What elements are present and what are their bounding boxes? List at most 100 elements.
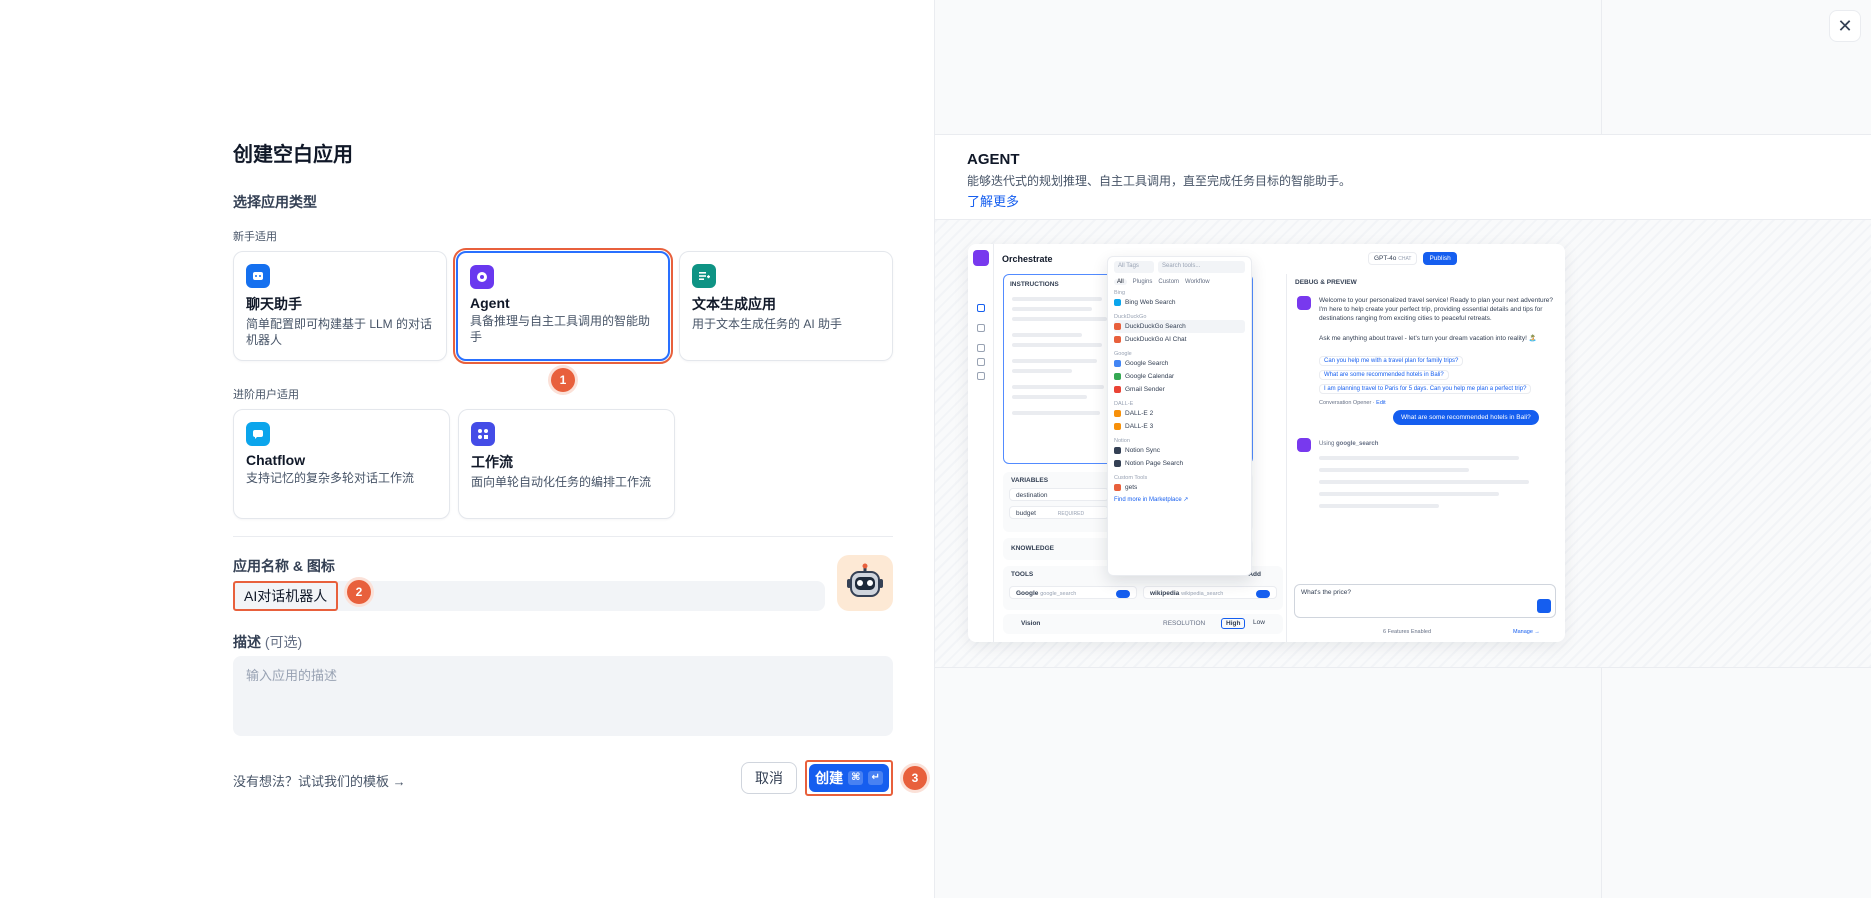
text-line (1012, 369, 1072, 373)
opener-row: Conversation Opener · Edit (1319, 400, 1386, 406)
publish-button: Publish (1423, 252, 1457, 265)
description-label: 描述 (可选) (233, 634, 303, 650)
preview-header: Orchestrate (1002, 254, 1053, 264)
create-app-dialog: 创建空白应用 选择应用类型 新手适用 聊天助手 简单配置即可构建基于 LLM 的… (0, 0, 1871, 898)
tool-picker-dropdown: All Tags Search tools... All Plugins Cus… (1107, 256, 1252, 576)
app-type-label: 选择应用类型 (233, 194, 317, 210)
template-link[interactable]: 没有想法？试试我们的模板 → (233, 771, 406, 790)
robot-face-icon (847, 563, 883, 597)
send-icon (1537, 599, 1551, 613)
app-type-info: AGENT 能够迭代式的规划推理、自主工具调用，直至完成任务目标的智能助手。 了… (935, 134, 1871, 220)
tool-row: Google google_search (1009, 586, 1137, 599)
app-type-card-agent[interactable]: Agent 具备推理与自主工具调用的智能助手 (453, 248, 673, 364)
close-icon: ✕ (1837, 15, 1853, 36)
preview-pane: AGENT 能够迭代式的规划推理、自主工具调用，直至完成任务目标的智能助手。 了… (934, 0, 1871, 898)
dropdown-top: All Tags Search tools... (1114, 261, 1245, 273)
card-name: 聊天助手 (246, 296, 302, 312)
dropdown-tabs: All Plugins Custom Workflow (1114, 279, 1245, 285)
tool-item: Notion Page Search (1114, 457, 1245, 470)
res-high: High (1221, 618, 1246, 629)
user-message: What are some recommended hotels in Bali… (1393, 410, 1539, 425)
res-low: Low (1253, 619, 1265, 626)
info-title: AGENT (967, 151, 1020, 168)
cancel-button[interactable]: 取消 (741, 762, 797, 794)
suggestion-chip: I am planning travel to Paris for 5 days… (1319, 384, 1532, 394)
app-name-value[interactable]: AI对话机器人 (233, 581, 339, 611)
card-desc: 具备推理与自主工具调用的智能助手 (470, 314, 651, 344)
text-line (1012, 385, 1104, 389)
card-desc: 用于文本生成任务的 AI 助手 (692, 317, 843, 331)
text-line (1319, 492, 1499, 496)
cmd-key-icon: ⌘ (848, 771, 864, 785)
tool-item: DALL-E 2 (1114, 407, 1245, 420)
bot-avatar (1297, 296, 1311, 310)
variables-title: VARIABLES (1011, 477, 1049, 484)
create-button[interactable]: 创建 ⌘ ↵ (809, 764, 889, 792)
text-line (1012, 333, 1082, 337)
grid-line (935, 667, 1871, 668)
tool-usage: Using google_search (1319, 441, 1379, 447)
suggestion-chip: What are some recommended hotels in Bali… (1319, 370, 1449, 380)
tool-row: wikipedia wikipedia_search (1143, 586, 1277, 599)
description-input[interactable] (233, 656, 893, 736)
logs-icon (977, 344, 985, 352)
features-enabled: 6 Features Enabled (1383, 629, 1432, 635)
tool-item: Bing Web Search (1114, 296, 1245, 309)
app-type-card-text-generator[interactable]: 文本生成应用 用于文本生成任务的 AI 助手 (679, 251, 893, 361)
debug-title: DEBUG & PREVIEW (1295, 279, 1357, 286)
text-line (1319, 480, 1529, 484)
learn-more-link[interactable]: 了解更多 (967, 191, 1840, 210)
text-line (1319, 504, 1439, 508)
chat-input: What's the price? (1294, 584, 1556, 618)
text-gen-icon (692, 264, 716, 288)
variable-row: destination (1009, 488, 1109, 501)
vision-panel: Vision RESOLUTION High Low (1003, 614, 1283, 634)
text-line (1319, 468, 1469, 472)
manage-link: Manage → (1513, 629, 1540, 635)
text-line (1012, 297, 1102, 301)
monitor-icon (977, 372, 985, 380)
tool-item: Google Calendar (1114, 370, 1245, 383)
text-line (1012, 411, 1100, 415)
enter-key-icon: ↵ (868, 771, 883, 785)
tool-search: Search tools... (1158, 261, 1245, 273)
name-icon-label: 应用名称 & 图标 (233, 558, 335, 574)
bot-avatar (1297, 438, 1311, 452)
close-button[interactable]: ✕ (1829, 10, 1861, 42)
annotation-icon (977, 358, 985, 366)
app-type-card-chat-assistant[interactable]: 聊天助手 简单配置即可构建基于 LLM 的对话机器人 (233, 251, 447, 361)
chat-bot-icon (246, 264, 270, 288)
text-line (1012, 395, 1087, 399)
text-line (1012, 307, 1092, 311)
card-desc: 面向单轮自动化任务的编排工作流 (471, 475, 652, 489)
text-line (1012, 343, 1102, 347)
agent-preview-image: Orchestrate INSTRUCTIONS VARIABLES desti… (968, 244, 1565, 642)
agent-icon (470, 265, 494, 289)
beginner-label: 新手适用 (233, 231, 277, 243)
card-desc: 支持记忆的复杂多轮对话工作流 (246, 471, 415, 485)
knowledge-title: KNOWLEDGE (1011, 545, 1054, 552)
marketplace-link: Find more in Marketplace ↗ (1114, 497, 1189, 503)
text-line (1012, 359, 1097, 363)
card-name: 文本生成应用 (692, 296, 776, 312)
app-icon-picker[interactable] (837, 555, 893, 611)
tool-item: DALL-E 3 (1114, 420, 1245, 433)
info-desc: 能够迭代式的规划推理、自主工具调用，直至完成任务目标的智能助手。 (967, 174, 1352, 188)
preview-topbar: GPT-4o CHAT Publish (1368, 252, 1457, 265)
app-type-card-chatflow[interactable]: Chatflow 支持记忆的复杂多轮对话工作流 (233, 409, 450, 519)
tool-item: DuckDuckGo AI Chat (1114, 333, 1245, 346)
app-type-card-workflow[interactable]: 工作流 面向单轮自动化任务的编排工作流 (458, 409, 675, 519)
tools-title: TOOLS (1011, 571, 1034, 578)
divider (233, 536, 893, 537)
text-line (1012, 317, 1107, 321)
tags-filter: All Tags (1114, 261, 1154, 273)
advanced-label: 进阶用户适用 (233, 389, 299, 401)
api-icon (977, 324, 985, 332)
create-form-pane: 创建空白应用 选择应用类型 新手适用 聊天助手 简单配置即可构建基于 LLM 的… (0, 0, 934, 898)
welcome-message: Welcome to your personalized travel serv… (1319, 297, 1554, 322)
card-name: Agent (470, 295, 510, 311)
workflow-icon (471, 422, 495, 446)
variable-row: budget REQUIRED (1009, 506, 1109, 519)
preview-sidebar (968, 244, 994, 642)
resolution-label: RESOLUTION (1163, 620, 1206, 627)
